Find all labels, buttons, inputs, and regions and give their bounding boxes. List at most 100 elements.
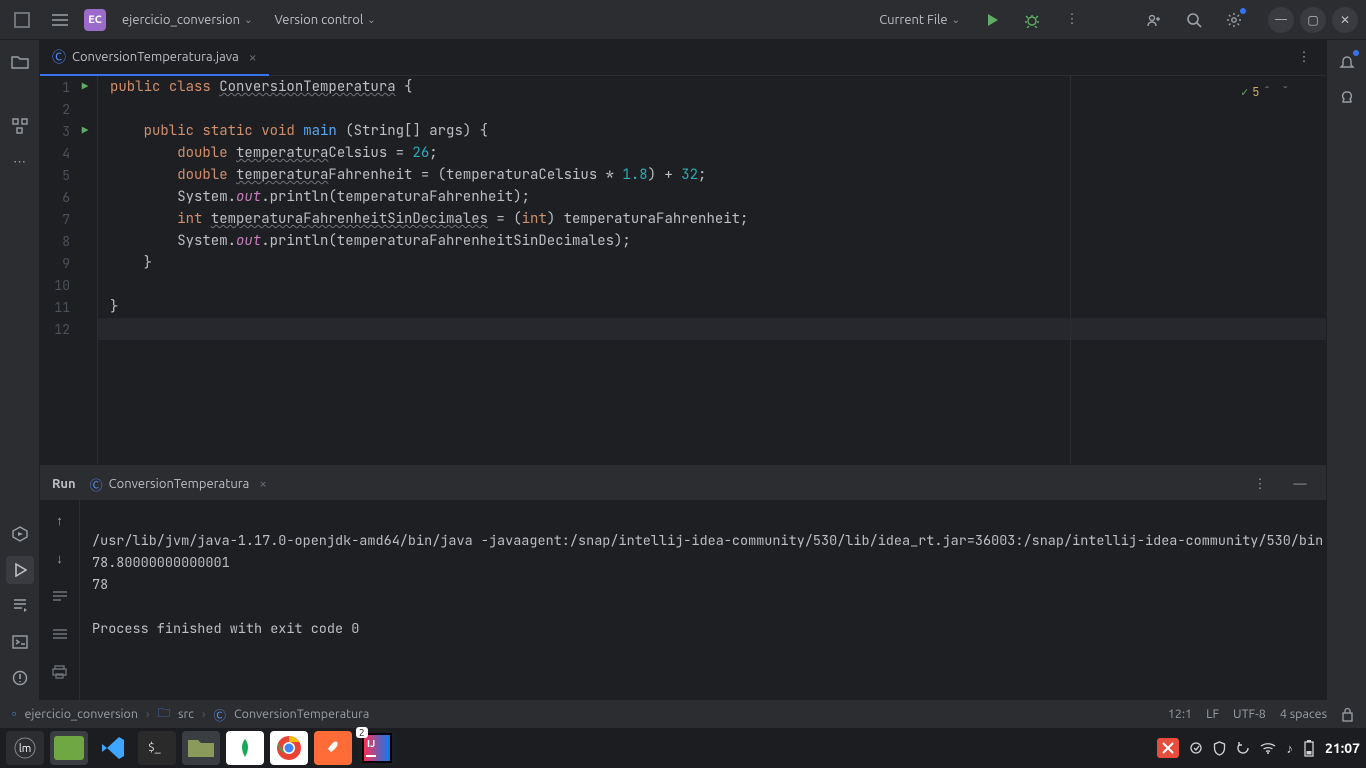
tray-update-icon[interactable] [1236,741,1250,755]
code-token: double [177,144,236,162]
down-arrow-icon[interactable]: ↓ [46,544,74,572]
code-token: ConversionTemperatura [219,78,395,96]
code-token: FahrenheitSinDecimales [303,210,488,228]
more-tool-icon[interactable]: ⋯ [6,148,34,176]
code-token: ) temperaturaFahrenheit; [547,210,749,228]
panel-more-icon[interactable]: ⋮ [1246,470,1274,498]
run-button[interactable] [978,6,1006,34]
taskbar-app-vscode[interactable] [94,731,132,765]
taskbar-app-intellij[interactable]: IJ [358,731,396,765]
breadcrumb-item[interactable]: src [178,707,194,721]
code-token [110,166,177,184]
taskbar-app-chrome[interactable] [270,731,308,765]
java-class-icon: Ⓒ [90,475,103,494]
panel-minimize-icon[interactable]: ― [1286,470,1314,498]
java-class-icon: Ⓒ [214,705,227,724]
run-config-dropdown[interactable]: Current File⌄ [873,9,966,31]
hamburger-icon[interactable] [46,6,74,34]
run-gutter-icon[interactable]: ▶ [76,124,94,138]
code-token: (String[] args) { [337,122,488,140]
breadcrumb-item[interactable]: ejercicio_conversion [24,707,138,721]
breadcrumb-item[interactable]: ConversionTemperatura [234,707,369,721]
code-token: temperatura [211,210,303,228]
taskbar-start-icon[interactable]: lm [6,731,44,765]
close-icon[interactable]: × [259,477,266,491]
structure-tool-icon[interactable] [6,112,34,140]
console-line: 78.80000000000001 [92,554,230,572]
search-icon[interactable] [1180,6,1208,34]
line-number: 6 [40,189,76,206]
status-eol[interactable]: LF [1206,707,1219,721]
status-linecol[interactable]: 12:1 [1168,707,1192,721]
tray-battery-icon[interactable] [1303,739,1315,757]
titlebar: EC ejercicio_conversion⌄ Version control… [0,0,1366,40]
status-encoding[interactable]: UTF-8 [1233,707,1266,721]
minimize-button[interactable]: ― [1268,7,1294,33]
collab-icon[interactable] [1140,6,1168,34]
window-controls: ― ▢ ✕ [1268,7,1358,33]
line-number: 12 [40,321,76,338]
code-token: Celsius = [328,144,412,162]
tray-clock[interactable]: 21:07 [1325,740,1360,756]
taskbar-app-terminal[interactable] [50,731,88,765]
inspection-summary[interactable]: ✓5ˆ ˇ [1241,84,1291,100]
close-icon[interactable]: × [249,49,257,65]
system-tray: ♪ 21:07 [1157,738,1360,758]
soft-wrap-icon[interactable] [46,582,74,610]
code-token: public [110,78,169,96]
maximize-button[interactable]: ▢ [1300,7,1326,33]
run-tool-icon[interactable] [6,556,34,584]
code-token: temperatura [236,166,328,184]
services-tool-icon[interactable] [6,520,34,548]
tray-sound-icon[interactable]: ♪ [1286,741,1293,756]
tray-icon[interactable] [1189,741,1203,755]
run-tab[interactable]: Ⓒ ConversionTemperatura × [90,475,267,494]
taskbar-app-mongo[interactable] [226,731,264,765]
run-gutter-icon[interactable]: ▶ [76,80,94,94]
run-tab-label: ConversionTemperatura [109,477,250,491]
java-class-icon: Ⓒ [52,47,66,67]
tab-filename: ConversionTemperatura.java [72,50,239,64]
scroll-end-icon[interactable] [46,620,74,648]
line-number: 1 [40,79,76,96]
svg-text:$_: $_ [148,741,161,754]
chevron-down-icon: ⌄ [952,14,960,26]
code-token: int [177,210,211,228]
line-number: 9 [40,255,76,272]
tab-more-icon[interactable]: ⋮ [1290,44,1318,72]
taskbar-app-shell[interactable]: $_ [138,731,176,765]
build-tool-icon[interactable] [6,592,34,620]
tab-file[interactable]: Ⓒ ConversionTemperatura.java × [40,40,269,76]
code-token: .println(temperaturaFahrenheit); [261,188,530,206]
notifications-icon[interactable] [1333,48,1361,76]
taskbar-app-files[interactable] [182,731,220,765]
up-arrow-icon[interactable]: ↑ [46,506,74,534]
tray-shield-icon[interactable] [1213,741,1226,756]
taskbar-app-postman[interactable] [314,731,352,765]
console-output[interactable]: /usr/lib/jvm/java-1.17.0-openjdk-amd64/b… [80,500,1326,728]
terminal-tool-icon[interactable] [6,628,34,656]
problems-tool-icon[interactable] [6,664,34,692]
folder-icon: 🗀 [158,704,171,725]
vcs-dropdown[interactable]: Version control⌄ [268,9,381,31]
chevron-right-icon: › [146,707,150,721]
code-area[interactable]: public class ConversionTemperatura { pub… [98,76,1326,464]
ai-assistant-icon[interactable] [1333,84,1361,112]
chevron-right-icon: › [202,707,206,721]
app-icon[interactable] [8,6,36,34]
tray-wifi-icon[interactable] [1260,742,1276,754]
run-panel-header: Run Ⓒ ConversionTemperatura × ⋮ ― [40,464,1326,504]
readonly-icon[interactable] [1341,707,1354,722]
debug-button[interactable] [1018,6,1046,34]
more-icon[interactable]: ⋮ [1058,6,1086,34]
code-token: temperatura [236,144,328,162]
code-token: static [202,122,261,140]
status-indent[interactable]: 4 spaces [1280,707,1327,721]
close-button[interactable]: ✕ [1332,7,1358,33]
project-dropdown[interactable]: ejercicio_conversion⌄ [116,9,258,31]
project-tool-icon[interactable] [6,48,34,76]
code-token [110,122,144,140]
settings-icon[interactable] [1220,6,1248,34]
tray-app-icon[interactable] [1157,738,1179,758]
print-icon[interactable] [46,658,74,686]
